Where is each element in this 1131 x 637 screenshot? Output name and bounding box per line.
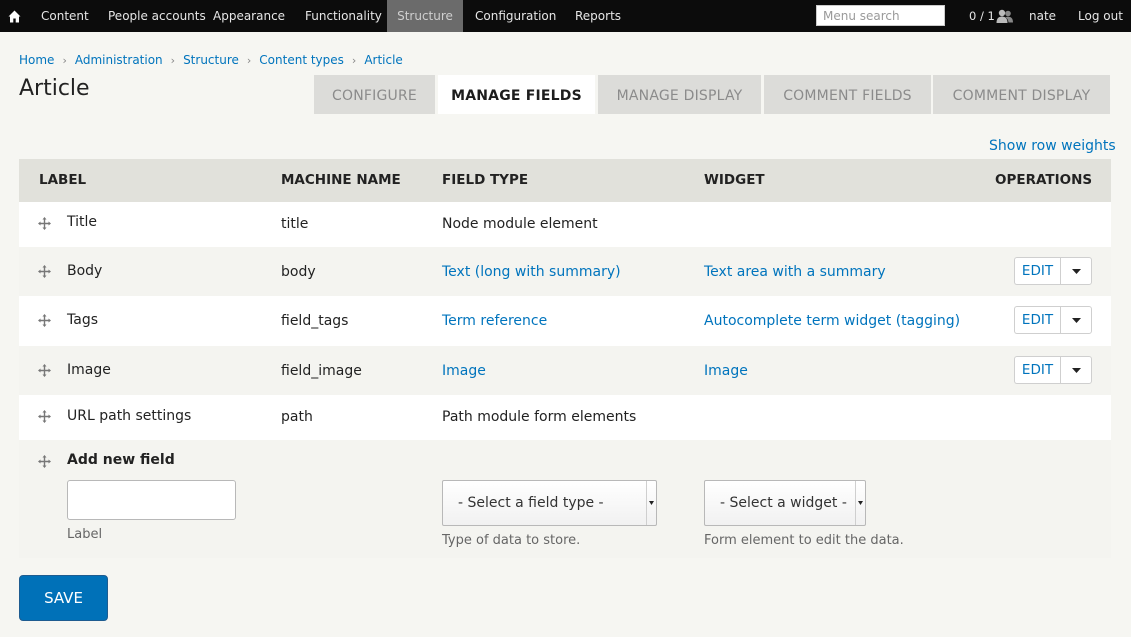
breadcrumb-content-types[interactable]: Content types: [259, 53, 344, 67]
tab-configure[interactable]: Configure: [314, 75, 435, 114]
header-field-type: Field type: [442, 172, 529, 188]
edit-button[interactable]: EDIT: [1014, 257, 1060, 285]
field-label: Body: [67, 263, 103, 279]
widget-select[interactable]: - Select a widget -: [704, 480, 866, 526]
table-row: Tags field_tags Term reference Autocompl…: [19, 296, 1111, 346]
menu-search-input[interactable]: [816, 5, 945, 26]
drag-handle-icon[interactable]: [38, 362, 51, 377]
fields-table-header: Label Machine name Field type Widget Ope…: [19, 159, 1111, 202]
add-new-field-heading: Add new field: [67, 452, 175, 468]
caret-down-icon[interactable]: [1060, 356, 1092, 384]
operations-dropbutton: EDIT: [1014, 306, 1092, 334]
breadcrumb-article[interactable]: Article: [364, 53, 403, 67]
field-type: Path module form elements: [442, 409, 637, 425]
widget-link[interactable]: Text area with a summary: [704, 264, 886, 280]
field-label: Title: [67, 214, 98, 230]
table-row: URL path settings path Path module form …: [19, 395, 1111, 440]
edit-button[interactable]: EDIT: [1014, 306, 1060, 334]
tab-manage-fields[interactable]: Manage fields: [438, 75, 595, 114]
table-row: Image field_image Image Image EDIT: [19, 346, 1111, 395]
new-field-label-input[interactable]: [67, 480, 236, 520]
widget-link[interactable]: Autocomplete term widget (tagging): [704, 313, 960, 329]
widget-select-value: - Select a widget -: [720, 495, 847, 511]
admin-toolbar: Content People accounts Appearance Funct…: [0, 0, 1131, 32]
field-label: URL path settings: [67, 408, 192, 424]
field-label: Tags: [67, 312, 98, 328]
field-machine-name: field_tags: [281, 313, 349, 329]
field-machine-name: title: [281, 216, 309, 232]
header-widget: Widget: [704, 172, 765, 188]
username-link[interactable]: nate: [1029, 0, 1056, 32]
label-help-text: Label: [67, 527, 103, 542]
operations-dropbutton: EDIT: [1014, 257, 1092, 285]
home-icon[interactable]: [0, 0, 29, 32]
select-arrow-icon: [855, 481, 865, 525]
menu-item-functionality[interactable]: Functionality: [305, 0, 382, 32]
menu-item-appearance[interactable]: Appearance: [213, 0, 285, 32]
table-row: Title title Node module element: [19, 202, 1111, 247]
breadcrumb-administration[interactable]: Administration: [75, 53, 163, 67]
field-type-link[interactable]: Text (long with summary): [442, 264, 621, 280]
breadcrumb: Home › Administration › Structure › Cont…: [19, 51, 403, 69]
breadcrumb-separator: ›: [246, 53, 252, 67]
menu-item-reports[interactable]: Reports: [575, 0, 621, 32]
drag-handle-icon[interactable]: [38, 408, 51, 423]
breadcrumb-home[interactable]: Home: [19, 53, 54, 67]
field-label: Image: [67, 362, 111, 378]
breadcrumb-separator: ›: [62, 53, 67, 67]
breadcrumb-structure[interactable]: Structure: [183, 53, 239, 67]
drag-handle-icon[interactable]: [38, 312, 51, 327]
menu-item-structure[interactable]: Structure: [387, 0, 463, 32]
save-button[interactable]: Save: [19, 575, 108, 621]
select-arrow-icon: [646, 481, 656, 525]
header-machine-name: Machine name: [281, 172, 401, 188]
field-type-select[interactable]: - Select a field type -: [442, 480, 657, 526]
drag-handle-icon[interactable]: [38, 263, 51, 278]
caret-down-icon[interactable]: [1060, 257, 1092, 285]
menu-item-content[interactable]: Content: [41, 0, 89, 32]
field-machine-name: path: [281, 409, 313, 425]
users-icon[interactable]: [996, 8, 1014, 24]
field-type-help-text: Type of data to store.: [442, 533, 581, 548]
field-type-select-value: - Select a field type -: [458, 495, 604, 511]
field-type: Node module element: [442, 216, 598, 232]
add-new-field-row: Add new field Label - Select a field typ…: [19, 440, 1111, 558]
breadcrumb-separator: ›: [170, 53, 176, 67]
breadcrumb-separator: ›: [351, 53, 357, 67]
menu-item-user-accounts[interactable]: People accounts: [108, 0, 206, 32]
widget-link[interactable]: Image: [704, 363, 748, 379]
caret-down-icon[interactable]: [1060, 306, 1092, 334]
header-operations: Operations: [995, 172, 1093, 188]
online-users-count[interactable]: 0 / 1: [969, 0, 995, 32]
menu-item-configuration[interactable]: Configuration: [475, 0, 556, 32]
tab-comment-fields[interactable]: Comment fields: [764, 75, 931, 114]
field-type-link[interactable]: Image: [442, 363, 486, 379]
field-type-link[interactable]: Term reference: [442, 313, 547, 329]
operations-dropbutton: EDIT: [1014, 356, 1092, 384]
header-label: Label: [39, 172, 87, 188]
widget-help-text: Form element to edit the data.: [704, 533, 904, 548]
tab-manage-display[interactable]: Manage display: [598, 75, 761, 114]
field-machine-name: field_image: [281, 363, 362, 379]
drag-handle-icon[interactable]: [38, 453, 51, 468]
tab-comment-display[interactable]: Comment display: [933, 75, 1110, 114]
field-machine-name: body: [281, 264, 316, 280]
edit-button[interactable]: EDIT: [1014, 356, 1060, 384]
logout-link[interactable]: Log out: [1078, 0, 1123, 32]
show-row-weights-link[interactable]: Show row weights: [989, 138, 1116, 154]
drag-handle-icon[interactable]: [38, 215, 51, 230]
table-row: Body body Text (long with summary) Text …: [19, 247, 1111, 296]
page-title: Article: [19, 76, 90, 101]
